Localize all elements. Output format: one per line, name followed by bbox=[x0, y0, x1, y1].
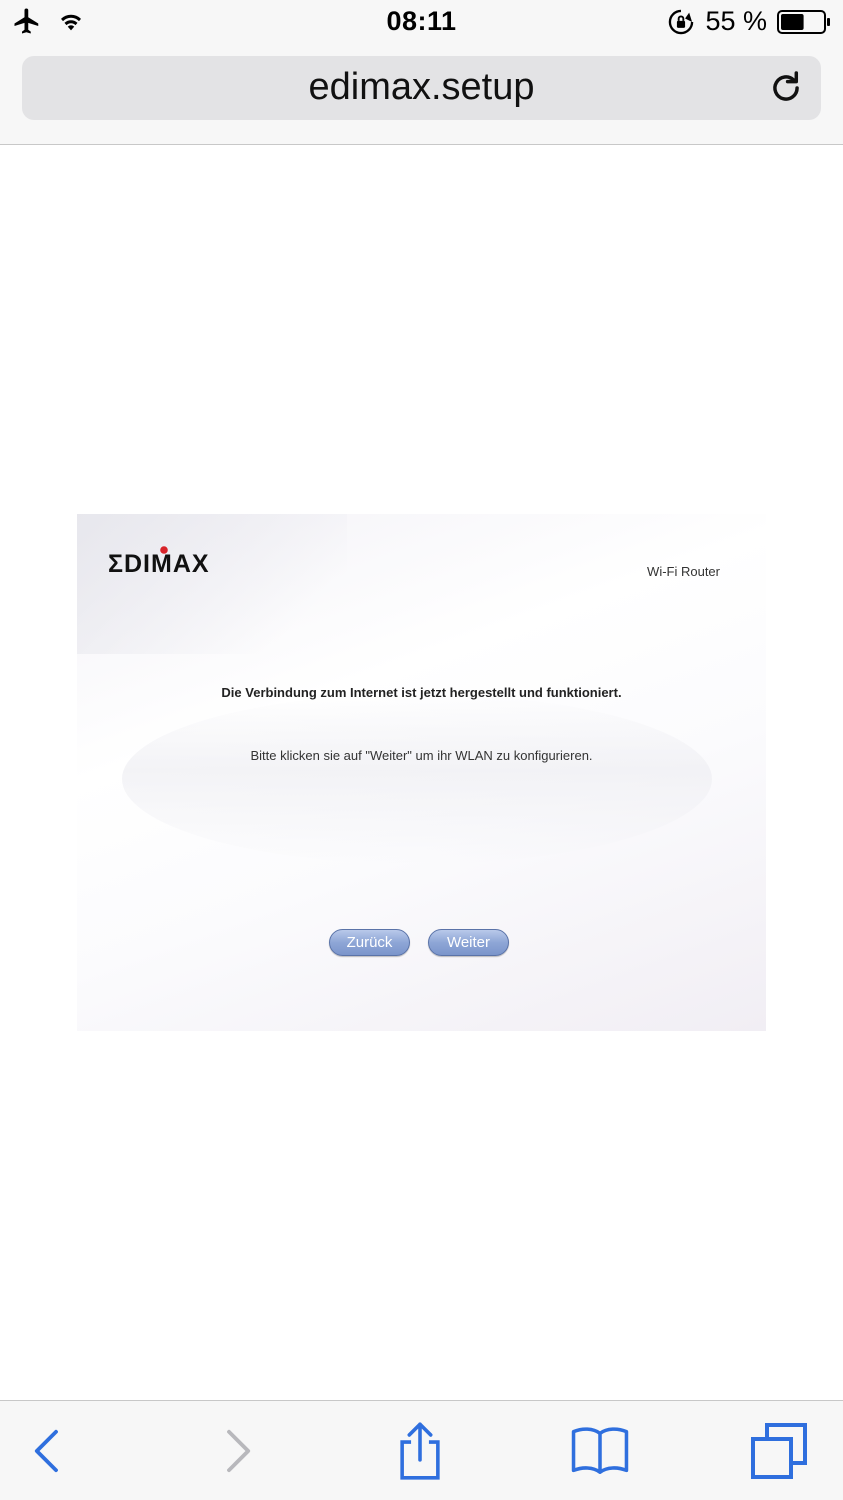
browser-top-bar: edimax.setup bbox=[0, 46, 843, 145]
setup-panel: ΣDIMAX Wi-Fi Router Die Verbindung zum I… bbox=[77, 514, 766, 1031]
next-button[interactable]: Weiter bbox=[428, 929, 509, 956]
battery-icon bbox=[777, 9, 830, 34]
back-icon[interactable] bbox=[28, 1427, 68, 1475]
button-row: Zurück Weiter bbox=[329, 929, 509, 956]
share-icon[interactable] bbox=[395, 1420, 445, 1482]
forward-icon[interactable] bbox=[217, 1427, 257, 1475]
bookmarks-icon[interactable] bbox=[570, 1423, 630, 1479]
back-nav-button[interactable] bbox=[18, 1421, 78, 1481]
battery-percent: 55 % bbox=[705, 6, 767, 36]
status-message: Die Verbindung zum Internet ist jetzt he… bbox=[221, 685, 622, 700]
product-label: Wi-Fi Router bbox=[647, 564, 720, 579]
forward-nav-button[interactable] bbox=[207, 1421, 267, 1481]
address-bar[interactable]: edimax.setup bbox=[22, 56, 821, 120]
edimax-logo: ΣDIMAX bbox=[108, 546, 210, 578]
panel-shade bbox=[77, 514, 347, 654]
browser-toolbar bbox=[0, 1400, 843, 1500]
logo-dot bbox=[160, 546, 168, 554]
bookmarks-button[interactable] bbox=[570, 1421, 630, 1481]
battery-fill bbox=[781, 13, 804, 30]
panel-decoration bbox=[122, 694, 712, 864]
status-right-icons: 55 % bbox=[667, 6, 831, 37]
back-button[interactable]: Zurück bbox=[329, 929, 410, 956]
phone-screen: 08:11 55 % edimax.setup ΣDIMAX Wi-Fi Rou… bbox=[0, 0, 843, 1500]
address-text[interactable]: edimax.setup bbox=[22, 66, 821, 109]
reload-icon[interactable] bbox=[767, 69, 805, 107]
tabs-button[interactable] bbox=[749, 1421, 809, 1481]
rotation-lock-icon bbox=[669, 9, 694, 34]
tabs-icon[interactable] bbox=[749, 1421, 809, 1481]
status-bar: 08:11 55 % bbox=[0, 0, 843, 46]
share-button[interactable] bbox=[390, 1421, 450, 1481]
instruction-message: Bitte klicken sie auf "Weiter" um ihr WL… bbox=[250, 748, 593, 763]
logo-wordmark: ΣDIMAX bbox=[108, 550, 210, 578]
